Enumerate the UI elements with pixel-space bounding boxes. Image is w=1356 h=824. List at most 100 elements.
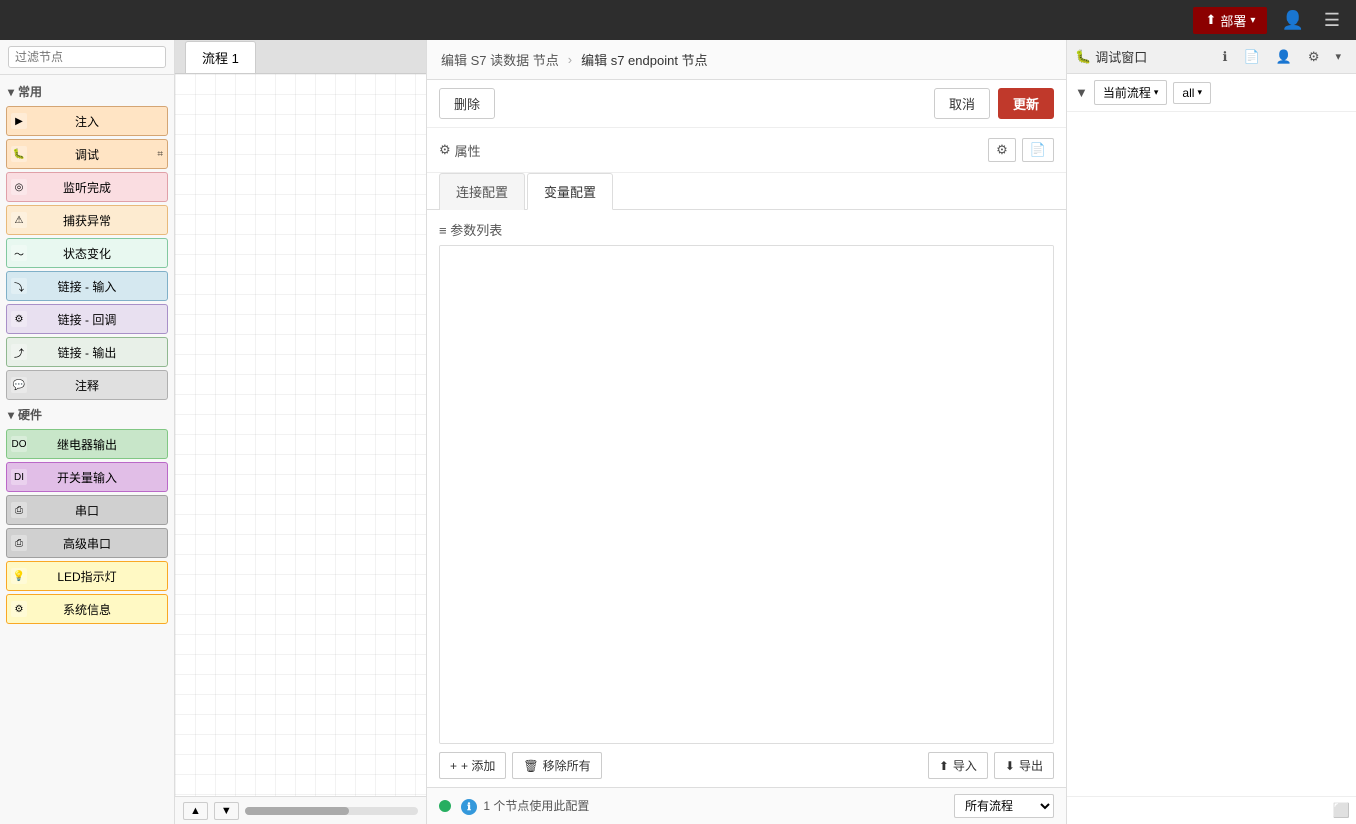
edit-panel: 编辑 S7 读数据 节点 › 编辑 s7 endpoint 节点 删除 取消 更… bbox=[426, 40, 1066, 824]
debug-info-button[interactable]: ℹ bbox=[1215, 45, 1234, 69]
export-button[interactable]: ⬇ 导出 bbox=[994, 752, 1054, 779]
palette-node-链接 - 输出[interactable]: ⤴ 链接 - 输出 bbox=[6, 337, 168, 367]
node-label: 捕获异常 bbox=[63, 212, 111, 229]
deploy-arrow-icon: ▾ bbox=[1250, 15, 1255, 26]
node-left-icon: ⚙ bbox=[11, 601, 27, 617]
node-left-icon: 〜 bbox=[11, 245, 27, 261]
palette-node-调试[interactable]: 🐛 调试 ⌗ bbox=[6, 139, 168, 169]
props-gear-button[interactable]: ⚙ bbox=[988, 138, 1016, 162]
update-button[interactable]: 更新 bbox=[998, 88, 1054, 119]
palette-search-input[interactable] bbox=[8, 46, 166, 68]
node-label: 调试 bbox=[75, 146, 99, 163]
toolbar-right: 取消 更新 bbox=[934, 88, 1054, 119]
remove-all-icon: 🗑 bbox=[523, 759, 538, 773]
deploy-label: 部署 bbox=[1220, 11, 1246, 30]
palette-node-高级串口[interactable]: ⎙ 高级串口 bbox=[6, 528, 168, 558]
palette-nodes-常用: ▶ 注入 🐛 调试 ⌗ ◎ 监听完成 ⚠ 捕获异常 〜 状态变化 ⤵ bbox=[0, 104, 174, 402]
palette-node-注入[interactable]: ▶ 注入 bbox=[6, 106, 168, 136]
palette-node-注释[interactable]: 💬 注释 bbox=[6, 370, 168, 400]
var-list-title: ≡ 参数列表 bbox=[439, 220, 502, 239]
chevron-icon: ▾ bbox=[8, 85, 14, 99]
palette-node-状态变化[interactable]: 〜 状态变化 bbox=[6, 238, 168, 268]
palette-node-LED指示灯[interactable]: 💡 LED指示灯 bbox=[6, 561, 168, 591]
palette-node-开关量输入[interactable]: DI 开关量输入 bbox=[6, 462, 168, 492]
remove-all-button[interactable]: 🗑 移除所有 bbox=[512, 752, 601, 779]
main-layout: ▾ 常用 ▶ 注入 🐛 调试 ⌗ ◎ 监听完成 ⚠ 捕获异常 〜 状态变化 bbox=[0, 40, 1356, 824]
node-left-icon: ◎ bbox=[11, 179, 27, 195]
deploy-button[interactable]: ⬆ 部署 ▾ bbox=[1193, 7, 1267, 34]
node-left-icon: ⚙ bbox=[11, 311, 27, 327]
debug-panel: 🐛 调试窗口 ℹ 📄 👤 ⚙ ▾ ▼ 当前流程 ▾ all ▾ bbox=[1066, 40, 1356, 824]
import-button[interactable]: ⬆ 导入 bbox=[928, 752, 988, 779]
props-text: 属性 bbox=[455, 141, 481, 160]
add-button[interactable]: + + 添加 bbox=[439, 752, 506, 779]
flow-tab-1[interactable]: 流程 1 bbox=[185, 41, 256, 73]
flow-scope-select[interactable]: 所有流程 当前流程 bbox=[954, 794, 1054, 818]
chevron-icon: ▾ bbox=[8, 408, 14, 422]
node-left-icon: DI bbox=[11, 469, 27, 485]
cancel-button[interactable]: 取消 bbox=[934, 88, 990, 119]
palette-node-串口[interactable]: ⎙ 串口 bbox=[6, 495, 168, 525]
debug-gear-button[interactable]: ⚙ bbox=[1301, 45, 1327, 69]
palette-category-常用[interactable]: ▾ 常用 bbox=[0, 79, 174, 104]
debug-all-filter-button[interactable]: all ▾ bbox=[1173, 82, 1211, 104]
breadcrumb-parent: 编辑 S7 读数据 节点 bbox=[441, 50, 559, 69]
breadcrumb-current: 编辑 s7 endpoint 节点 bbox=[581, 50, 707, 69]
palette-node-链接 - 输入[interactable]: ⤵ 链接 - 输入 bbox=[6, 271, 168, 301]
node-left-icon: ▶ bbox=[11, 113, 27, 129]
node-label: 监听完成 bbox=[63, 179, 111, 196]
palette-node-继电器输出[interactable]: DO 继电器输出 bbox=[6, 429, 168, 459]
scroll-thumb bbox=[245, 807, 349, 815]
zoom-out-button[interactable]: ▲ bbox=[183, 802, 208, 820]
debug-person-button[interactable]: 👤 bbox=[1269, 45, 1299, 69]
properties-row: ⚙ 属性 ⚙ 📄 bbox=[427, 128, 1066, 173]
props-label: ⚙ 属性 bbox=[439, 141, 481, 160]
var-list-area bbox=[439, 245, 1054, 744]
props-actions: ⚙ 📄 bbox=[988, 138, 1054, 162]
debug-panel-header: 🐛 调试窗口 ℹ 📄 👤 ⚙ ▾ bbox=[1067, 40, 1356, 74]
debug-doc-button[interactable]: 📄 bbox=[1236, 45, 1266, 69]
debug-content[interactable] bbox=[1067, 112, 1356, 796]
node-label: 系统信息 bbox=[63, 601, 111, 618]
debug-flow-filter-arrow: ▾ bbox=[1154, 87, 1159, 98]
node-left-icon: 💡 bbox=[11, 568, 27, 584]
gear-icon: ⚙ bbox=[439, 142, 451, 158]
debug-collapse-button[interactable]: ▾ bbox=[1328, 45, 1348, 69]
delete-button[interactable]: 删除 bbox=[439, 88, 495, 119]
palette-node-捕获异常[interactable]: ⚠ 捕获异常 bbox=[6, 205, 168, 235]
palette-category-硬件[interactable]: ▾ 硬件 bbox=[0, 402, 174, 427]
node-label: 状态变化 bbox=[63, 245, 111, 262]
zoom-in-button[interactable]: ▼ bbox=[214, 802, 239, 820]
tab-variable-config[interactable]: 变量配置 bbox=[527, 173, 613, 210]
import-icon: ⬆ bbox=[939, 759, 949, 773]
tab-connection-config[interactable]: 连接配置 bbox=[439, 173, 525, 210]
node-left-icon: ⎙ bbox=[11, 535, 27, 551]
node-label: 链接 - 输出 bbox=[58, 344, 117, 361]
var-list-scroll[interactable] bbox=[440, 246, 1053, 743]
add-label: + 添加 bbox=[461, 757, 495, 774]
props-doc-button[interactable]: 📄 bbox=[1022, 138, 1054, 162]
palette-node-系统信息[interactable]: ⚙ 系统信息 bbox=[6, 594, 168, 624]
user-button[interactable]: 👤 bbox=[1275, 6, 1309, 35]
palette-node-监听完成[interactable]: ◎ 监听完成 bbox=[6, 172, 168, 202]
palette-node-链接 - 回调[interactable]: ⚙ 链接 - 回调 bbox=[6, 304, 168, 334]
node-label: 串口 bbox=[75, 502, 99, 519]
var-list-left-buttons: + + 添加 🗑 移除所有 bbox=[439, 752, 602, 779]
hamburger-icon: ☰ bbox=[1324, 10, 1340, 30]
export-label: 导出 bbox=[1019, 757, 1043, 774]
menu-button[interactable]: ☰ bbox=[1318, 6, 1346, 35]
debug-flow-filter-button[interactable]: 当前流程 ▾ bbox=[1094, 80, 1168, 105]
flow-canvas[interactable]: S7读 bbox=[175, 74, 426, 796]
debug-title-text: 调试窗口 bbox=[1095, 47, 1147, 66]
info-icon: ℹ bbox=[461, 799, 477, 815]
var-list-right-buttons: ⬆ 导入 ⬇ 导出 bbox=[928, 752, 1054, 779]
node-label: 高级串口 bbox=[63, 535, 111, 552]
flow-tabs: 流程 1 bbox=[175, 40, 426, 74]
import-label: 导入 bbox=[953, 757, 977, 774]
palette-scroll[interactable]: ▾ 常用 ▶ 注入 🐛 调试 ⌗ ◎ 监听完成 ⚠ 捕获异常 〜 状态变化 bbox=[0, 75, 174, 824]
debug-resize-button[interactable]: ⬜ bbox=[1333, 802, 1350, 819]
user-icon: 👤 bbox=[1281, 10, 1303, 30]
export-icon: ⬇ bbox=[1005, 759, 1015, 773]
debug-filter-bar: ▼ 当前流程 ▾ all ▾ bbox=[1067, 74, 1356, 112]
deploy-icon: ⬆ bbox=[1205, 12, 1216, 28]
